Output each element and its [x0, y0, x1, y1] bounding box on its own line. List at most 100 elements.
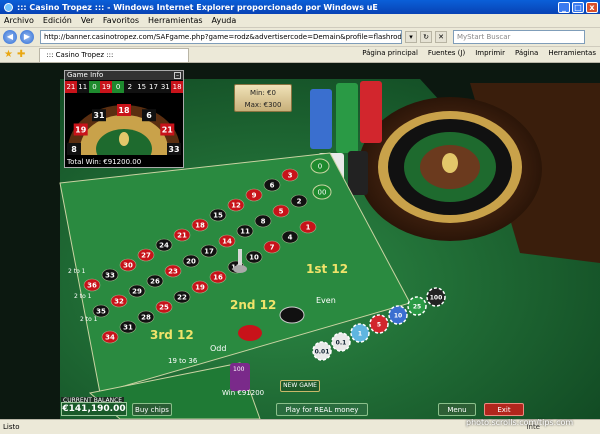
dropdown-icon[interactable]: ▾ — [405, 31, 417, 43]
number-cell-label: 19 — [195, 284, 205, 292]
favorites-star-icon[interactable]: ★ — [4, 49, 13, 60]
total-win: Total Win: €91200.00 — [67, 158, 142, 166]
menu-view[interactable]: Ver — [81, 16, 94, 25]
chip-label: 100 — [430, 295, 443, 302]
back-arrow-icon[interactable]: ◀ — [3, 30, 17, 44]
menu-help[interactable]: Ayuda — [212, 16, 237, 25]
exit-button[interactable]: Exit — [484, 403, 524, 416]
bet-chip-stack[interactable]: 100 — [230, 363, 250, 391]
dozen-label-1st[interactable]: 1st 12 — [306, 262, 348, 276]
mini-wheel-number: 21 — [162, 126, 174, 135]
minimize-panel-button[interactable]: – — [174, 72, 181, 79]
number-cell-label: 3 — [288, 172, 293, 180]
column-bet-1[interactable]: 2 to 1 — [68, 268, 86, 275]
print-button[interactable]: Imprimir — [475, 49, 505, 57]
dozen-label-2nd[interactable]: 2nd 12 — [230, 298, 276, 312]
zero-cell-label: 00 — [318, 189, 327, 197]
chip-label: 10 — [394, 313, 402, 320]
number-cell-label: 8 — [261, 218, 266, 226]
mini-wheel-number: 19 — [75, 126, 87, 135]
play-real-money-button[interactable]: Play for REAL money — [276, 403, 368, 416]
add-favorite-icon[interactable]: ✚ — [17, 49, 25, 60]
stop-icon[interactable]: ✕ — [435, 31, 447, 43]
number-cell-label: 4 — [288, 234, 293, 242]
menu-tools[interactable]: Herramientas — [148, 16, 203, 25]
recent-number: 17 — [147, 81, 160, 93]
number-cell-label: 2 — [297, 198, 302, 206]
number-cell-label: 33 — [105, 272, 115, 280]
close-button[interactable]: x — [586, 1, 598, 13]
menu-edit[interactable]: Edición — [43, 16, 72, 25]
number-cell-label: 16 — [213, 274, 223, 282]
number-cell-label: 34 — [105, 334, 115, 342]
even-bet[interactable]: Even — [316, 296, 336, 305]
red-bet[interactable] — [238, 325, 262, 341]
home-button[interactable]: Página principal — [362, 49, 418, 57]
recent-number: 19 — [100, 81, 113, 93]
buy-chips-button[interactable]: Buy chips — [132, 403, 172, 416]
status-text: Listo — [3, 423, 20, 431]
menu-favorites[interactable]: Favoritos — [103, 16, 139, 25]
new-game-button[interactable]: NEW GAME — [280, 380, 320, 392]
recent-number: 0 — [112, 81, 124, 93]
tab-casino-tropez[interactable]: ::: Casino Tropez ::: — [39, 47, 190, 62]
zero-cell-label: 0 — [318, 163, 322, 171]
recent-number: 2 — [123, 81, 136, 93]
chip-label: 0.01 — [315, 349, 330, 356]
number-cell-label: 26 — [150, 278, 160, 286]
recent-number: 21 — [65, 81, 77, 93]
roulette-wheel[interactable] — [358, 97, 542, 241]
recent-number: 18 — [171, 81, 183, 93]
number-cell-label: 10 — [249, 254, 259, 262]
number-cell-label: 27 — [141, 252, 151, 260]
dozen-label-3rd[interactable]: 3rd 12 — [150, 328, 194, 342]
refresh-icon[interactable]: ↻ — [420, 31, 432, 43]
odd-bet[interactable]: Odd — [210, 344, 226, 353]
black-bet[interactable] — [279, 306, 305, 324]
number-cell-label: 17 — [204, 248, 214, 256]
column-bet-2[interactable]: 2 to 1 — [74, 293, 92, 300]
command-bar: Página principal Fuentes (J) Imprimir Pá… — [352, 49, 596, 57]
watermark: photo.scrolls.com/tips.com — [466, 418, 574, 427]
maximize-button[interactable]: □ — [572, 1, 584, 13]
feeds-button[interactable]: Fuentes (J) — [428, 49, 465, 57]
tools-menu-button[interactable]: Herramientas — [548, 49, 596, 57]
game-info-panel: Game Info – 21 11 0 19 0 2 15 17 31 18 8 19 31 18 6 21… — [64, 70, 184, 193]
min-limit: Min: €0 — [250, 89, 276, 97]
mini-wheel-number: 6 — [146, 111, 152, 120]
window-titlebar: ::: Casino Tropez ::: - Windows Internet… — [0, 0, 600, 14]
number-cell-label: 12 — [231, 202, 241, 210]
page-menu-button[interactable]: Página — [515, 49, 538, 57]
column-bet-3[interactable]: 2 to 1 — [80, 316, 98, 323]
number-cell-label: 7 — [270, 244, 275, 252]
bet-stack-value: 100 — [233, 366, 245, 373]
window-title: ::: Casino Tropez ::: - Windows Internet… — [17, 2, 378, 12]
minimize-button[interactable]: _ — [558, 1, 570, 13]
address-input[interactable]: http://banner.casinotropez.com/SAFgame.p… — [40, 30, 402, 44]
number-cell-label: 20 — [186, 258, 196, 266]
chip-label: 1 — [358, 331, 362, 338]
mini-wheel-number: 31 — [93, 111, 105, 120]
number-cell-label: 11 — [240, 228, 250, 236]
number-cell-label: 29 — [132, 288, 142, 296]
number-cell-label: 31 — [123, 324, 133, 332]
number-cell-label: 28 — [141, 314, 151, 322]
menu-file[interactable]: Archivo — [4, 16, 34, 25]
mini-wheel-number: 18 — [118, 106, 130, 115]
recent-number: 0 — [88, 81, 101, 93]
search-input[interactable]: MyStart Buscar — [453, 30, 585, 44]
number-cell-label: 23 — [168, 268, 178, 276]
game-info-title: Game Info – — [65, 71, 183, 80]
recent-number: 31 — [159, 81, 172, 93]
chip-label: 0.1 — [336, 340, 347, 347]
number-cell-label: 6 — [270, 182, 275, 190]
game-area: 3 6 9 12 15 18 21 24 27 30 33 36 2 5 8 11 14 17 20 23 26 29 32… — [0, 63, 600, 419]
address-bar-row: ◀ ▶ http://banner.casinotropez.com/SAFga… — [0, 28, 600, 47]
menu-button[interactable]: Menu — [438, 403, 476, 416]
chip-label: 5 — [377, 322, 381, 329]
forward-arrow-icon[interactable]: ▶ — [20, 30, 34, 44]
recent-number: 15 — [135, 81, 148, 93]
mini-wheel-number: 33 — [168, 145, 179, 154]
19-to-36-bet[interactable]: 19 to 36 — [168, 357, 198, 365]
mini-wheel-number: 8 — [71, 145, 77, 154]
